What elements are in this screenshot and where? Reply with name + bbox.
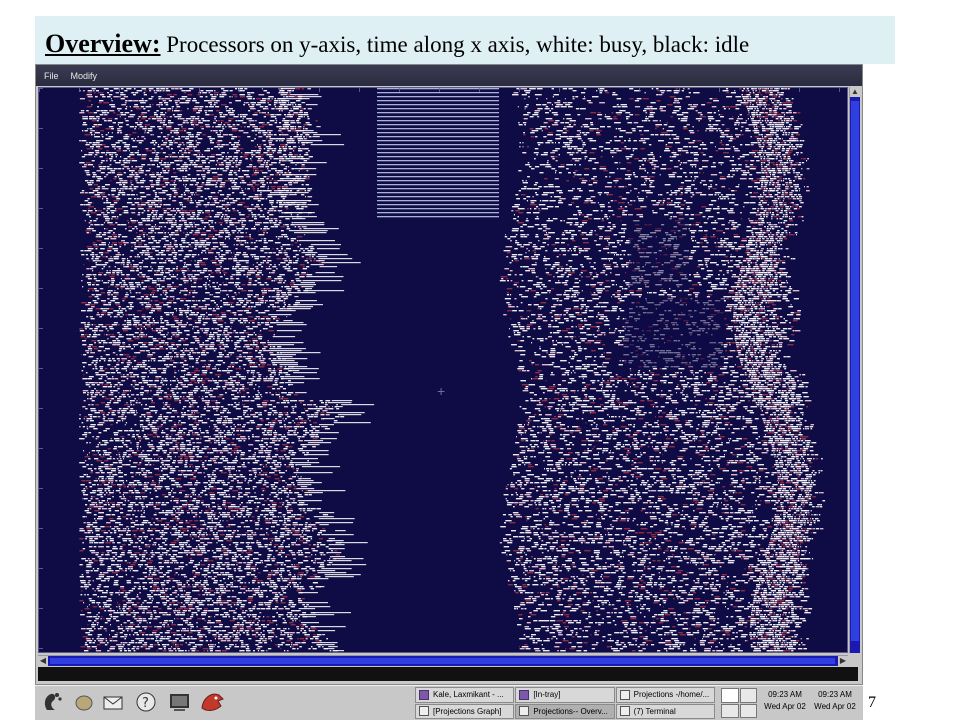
window-icon xyxy=(519,689,530,700)
mail-icon[interactable] xyxy=(101,688,127,716)
crosshair-icon: + xyxy=(437,383,446,399)
scroll-right-arrow-icon[interactable]: ▶ xyxy=(838,656,848,666)
workspace-2[interactable] xyxy=(739,688,757,703)
task-button[interactable]: [Projections Graph] xyxy=(415,703,515,719)
slide-title-lead: Overview: xyxy=(45,29,161,58)
projections-overview-window: File Modify + ▲ ◀ ▶ xyxy=(35,64,863,685)
terminal-icon[interactable] xyxy=(167,688,193,716)
horizontal-scroll-thumb[interactable] xyxy=(50,658,835,664)
slide-title: Overview: Processors on y-axis, time alo… xyxy=(35,16,895,64)
clock-time: 09:23 AM xyxy=(818,690,852,699)
task-button-active[interactable]: Projections-- Overv... xyxy=(515,703,615,719)
vertical-scrollbar[interactable]: ▲ xyxy=(849,87,860,653)
egg-icon[interactable] xyxy=(71,688,97,716)
ximian-logo-icon[interactable] xyxy=(199,688,225,716)
gnome-foot-icon[interactable] xyxy=(39,688,65,716)
scroll-up-arrow-icon[interactable]: ▲ xyxy=(850,87,860,97)
vertical-scroll-thumb[interactable] xyxy=(851,101,859,641)
utilization-plot xyxy=(39,88,847,652)
horizontal-scrollbar[interactable]: ◀ ▶ xyxy=(38,655,848,666)
task-list: Kale, Laxmikant - ... [In-tray] Projecti… xyxy=(415,687,715,719)
clock-date: Wed Apr 02 xyxy=(764,702,806,711)
window-icon xyxy=(419,689,429,700)
task-button[interactable]: (7) Terminal xyxy=(615,703,715,719)
status-strip xyxy=(38,667,858,681)
window-icon xyxy=(619,706,630,717)
help-icon[interactable]: ? xyxy=(133,688,159,716)
task-button[interactable]: Projections -/home/... xyxy=(615,687,715,703)
scroll-left-arrow-icon[interactable]: ◀ xyxy=(38,656,48,666)
gnome-taskbar: ? Kale, Laxmikant - ... [In-tray] Projec… xyxy=(35,685,863,720)
task-button[interactable]: Kale, Laxmikant - ... xyxy=(415,687,515,703)
clock-time: 09:23 AM xyxy=(768,690,802,699)
clock-applet[interactable]: 09:23 AM Wed Apr 02 xyxy=(811,689,859,713)
task-button[interactable]: [In-tray] xyxy=(515,687,615,703)
menu-bar: File Modify xyxy=(36,65,862,86)
clock-applet[interactable]: 09:23 AM Wed Apr 02 xyxy=(761,689,809,713)
slide-page-number: 7 xyxy=(868,694,876,711)
workspace-1[interactable] xyxy=(721,688,739,703)
workspace-3[interactable] xyxy=(721,703,739,718)
window-icon xyxy=(519,706,530,717)
slide-title-text: Processors on y-axis, time along x axis,… xyxy=(160,32,750,57)
menu-file[interactable]: File xyxy=(44,71,59,81)
menu-modify[interactable]: Modify xyxy=(71,71,98,81)
workspace-pager xyxy=(721,688,757,718)
processor-timeline-canvas[interactable]: + xyxy=(38,87,848,653)
window-icon xyxy=(419,706,429,717)
clock-date: Wed Apr 02 xyxy=(814,702,856,711)
workspace-4[interactable] xyxy=(739,703,757,718)
window-icon xyxy=(619,689,630,700)
